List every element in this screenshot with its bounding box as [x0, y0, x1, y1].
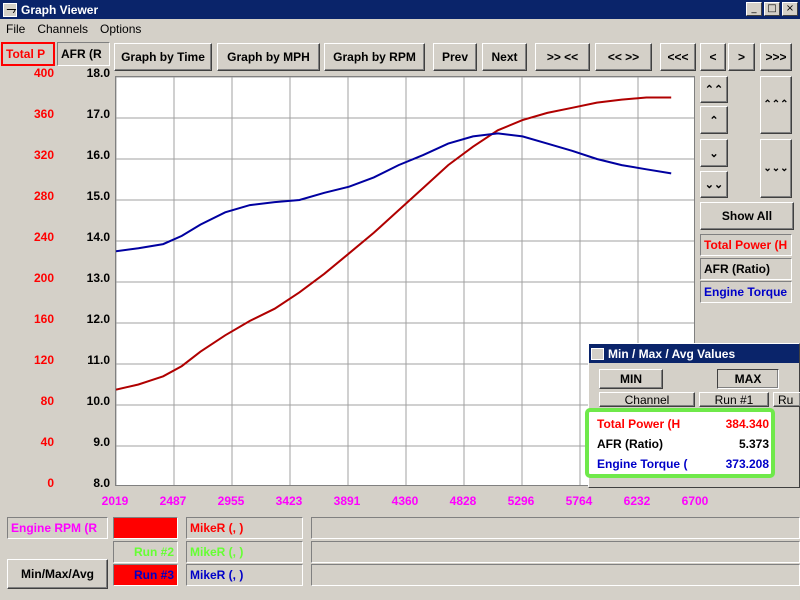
- y-right-tick-label: 13.0: [86, 271, 110, 285]
- legend-engine-torque[interactable]: Engine Torque: [700, 281, 792, 303]
- expand-top-button[interactable]: ⌃⌃: [700, 76, 728, 103]
- minmax-title: Min / Max / Avg Values: [608, 346, 736, 361]
- y-left-tick-label: 400: [33, 66, 54, 80]
- window-title: Graph Viewer: [21, 2, 99, 17]
- y-right-tick-label: 18.0: [86, 66, 110, 80]
- legend-total-power[interactable]: Total Power (H: [700, 234, 792, 256]
- minmax-channel-name: AFR (Ratio): [597, 437, 663, 451]
- y-left-tick-label: 280: [33, 189, 54, 203]
- next-button[interactable]: Next: [482, 43, 527, 71]
- channel-column-header[interactable]: Channel: [599, 392, 695, 407]
- scroll-first-button[interactable]: <<<: [660, 43, 696, 71]
- y-right-tick-label: 8.0: [93, 476, 110, 490]
- title-bar: Graph Viewer _ □ ×: [0, 0, 800, 19]
- prev-button[interactable]: Prev: [433, 43, 477, 71]
- move-down-button[interactable]: ⌄: [700, 139, 728, 167]
- scroll-up-big-button[interactable]: ⌃⌃⌃: [760, 76, 792, 134]
- y-left-tick-label: 120: [33, 353, 54, 367]
- min-button[interactable]: MIN: [599, 369, 663, 389]
- window-icon: [591, 347, 604, 360]
- scroll-back-button[interactable]: <: [700, 43, 726, 71]
- legend-afr[interactable]: AFR (Ratio): [700, 258, 792, 280]
- y-right-tick-label: 17.0: [86, 107, 110, 121]
- y-left-tick-label: 360: [33, 107, 54, 121]
- app-graph-icon: [3, 2, 17, 17]
- x-tick-label: 5296: [507, 494, 535, 508]
- minmax-value: 5.373: [738, 437, 769, 451]
- run-2-driver: MikeR (, ): [186, 541, 303, 563]
- y-left-tick-label: 80: [40, 394, 54, 408]
- graph-by-time-button[interactable]: Graph by Time: [114, 43, 212, 71]
- run-2-label[interactable]: Run #2: [113, 541, 178, 563]
- x-tick-label: 3423: [275, 494, 303, 508]
- y-left-tick-label: 160: [33, 312, 54, 326]
- menu-channels[interactable]: Channels: [37, 22, 88, 36]
- run-column-header-2[interactable]: Ru: [773, 392, 800, 407]
- scroll-forward-button[interactable]: >: [728, 43, 755, 71]
- minmax-channel-name: Total Power (H: [597, 417, 681, 431]
- x-tick-label: 3891: [333, 494, 361, 508]
- x-channel-field[interactable]: Engine RPM (R: [7, 517, 108, 539]
- minmax-values-box: Total Power (H 384.340 AFR (Ratio) 5.373…: [585, 408, 775, 478]
- minmax-title-bar: Min / Max / Avg Values: [589, 344, 799, 363]
- y-left-tick-label: 40: [40, 435, 54, 449]
- minmax-row-afr: AFR (Ratio) 5.373: [597, 437, 769, 451]
- maximize-button[interactable]: □: [764, 2, 780, 16]
- minmax-channel-name: Engine Torque (: [597, 457, 688, 471]
- y-left-tick-label: 240: [33, 230, 54, 244]
- y-left-tick-label: 0: [47, 476, 54, 490]
- x-tick-label: 2487: [159, 494, 187, 508]
- x-tick-label: 2955: [217, 494, 245, 508]
- run-column-header[interactable]: Run #1: [699, 392, 769, 407]
- minmax-row-total-power: Total Power (H 384.340: [597, 417, 769, 431]
- y-right-tick-label: 9.0: [93, 435, 110, 449]
- graph-by-rpm-button[interactable]: Graph by RPM: [324, 43, 425, 71]
- minmax-row-engine-torque: Engine Torque ( 373.208: [597, 457, 769, 471]
- series-line-engine-torque: [116, 132, 672, 253]
- y-right-tick-label: 15.0: [86, 189, 110, 203]
- minimize-button[interactable]: _: [746, 2, 762, 16]
- x-tick-label: 4360: [391, 494, 419, 508]
- y-left-tick-label: 320: [33, 148, 54, 162]
- scroll-down-big-button[interactable]: ⌄⌄⌄: [760, 139, 792, 198]
- y-right-tick-label: 10.0: [86, 394, 110, 408]
- move-up-button[interactable]: ⌃: [700, 106, 728, 134]
- zoom-out-button[interactable]: << >>: [595, 43, 652, 71]
- scroll-last-button[interactable]: >>>: [760, 43, 792, 71]
- run-2-notes: [311, 541, 800, 563]
- minmax-value: 373.208: [725, 457, 769, 471]
- show-all-button[interactable]: Show All: [700, 202, 794, 230]
- channel-tab-afr[interactable]: AFR (R: [57, 42, 110, 66]
- y-right-tick-label: 12.0: [86, 312, 110, 326]
- x-tick-label: 4828: [449, 494, 477, 508]
- menu-bar: File Channels Options: [0, 19, 800, 38]
- expand-bottom-button[interactable]: ⌄⌄: [700, 171, 728, 198]
- max-button[interactable]: MAX: [717, 369, 779, 389]
- minmax-value: 384.340: [725, 417, 769, 431]
- minmax-avg-button[interactable]: Min/Max/Avg: [7, 559, 108, 589]
- zoom-in-button[interactable]: >> <<: [535, 43, 590, 71]
- y-left-tick-label: 200: [33, 271, 54, 285]
- run-3-notes: [311, 564, 800, 586]
- run-3-driver: MikeR (, ): [186, 564, 303, 586]
- y-right-tick-label: 14.0: [86, 230, 110, 244]
- menu-options[interactable]: Options: [100, 22, 141, 36]
- run-1-swatch[interactable]: [113, 517, 178, 539]
- graph-by-mph-button[interactable]: Graph by MPH: [217, 43, 320, 71]
- close-button[interactable]: ×: [782, 2, 798, 16]
- run-3-label[interactable]: Run #3: [113, 564, 178, 586]
- x-tick-label: 6700: [681, 494, 709, 508]
- run-1-notes: [311, 517, 800, 539]
- x-tick-label: 5764: [565, 494, 593, 508]
- y-right-tick-label: 11.0: [87, 353, 110, 367]
- y-right-tick-label: 16.0: [86, 148, 110, 162]
- run-1-driver: MikeR (, ): [186, 517, 303, 539]
- x-tick-label: 6232: [623, 494, 651, 508]
- minmax-panel: Min / Max / Avg Values MIN MAX Channel R…: [585, 343, 800, 488]
- x-tick-label: 2019: [101, 494, 129, 508]
- menu-file[interactable]: File: [6, 22, 25, 36]
- channel-tab-total-power[interactable]: Total P: [1, 42, 55, 66]
